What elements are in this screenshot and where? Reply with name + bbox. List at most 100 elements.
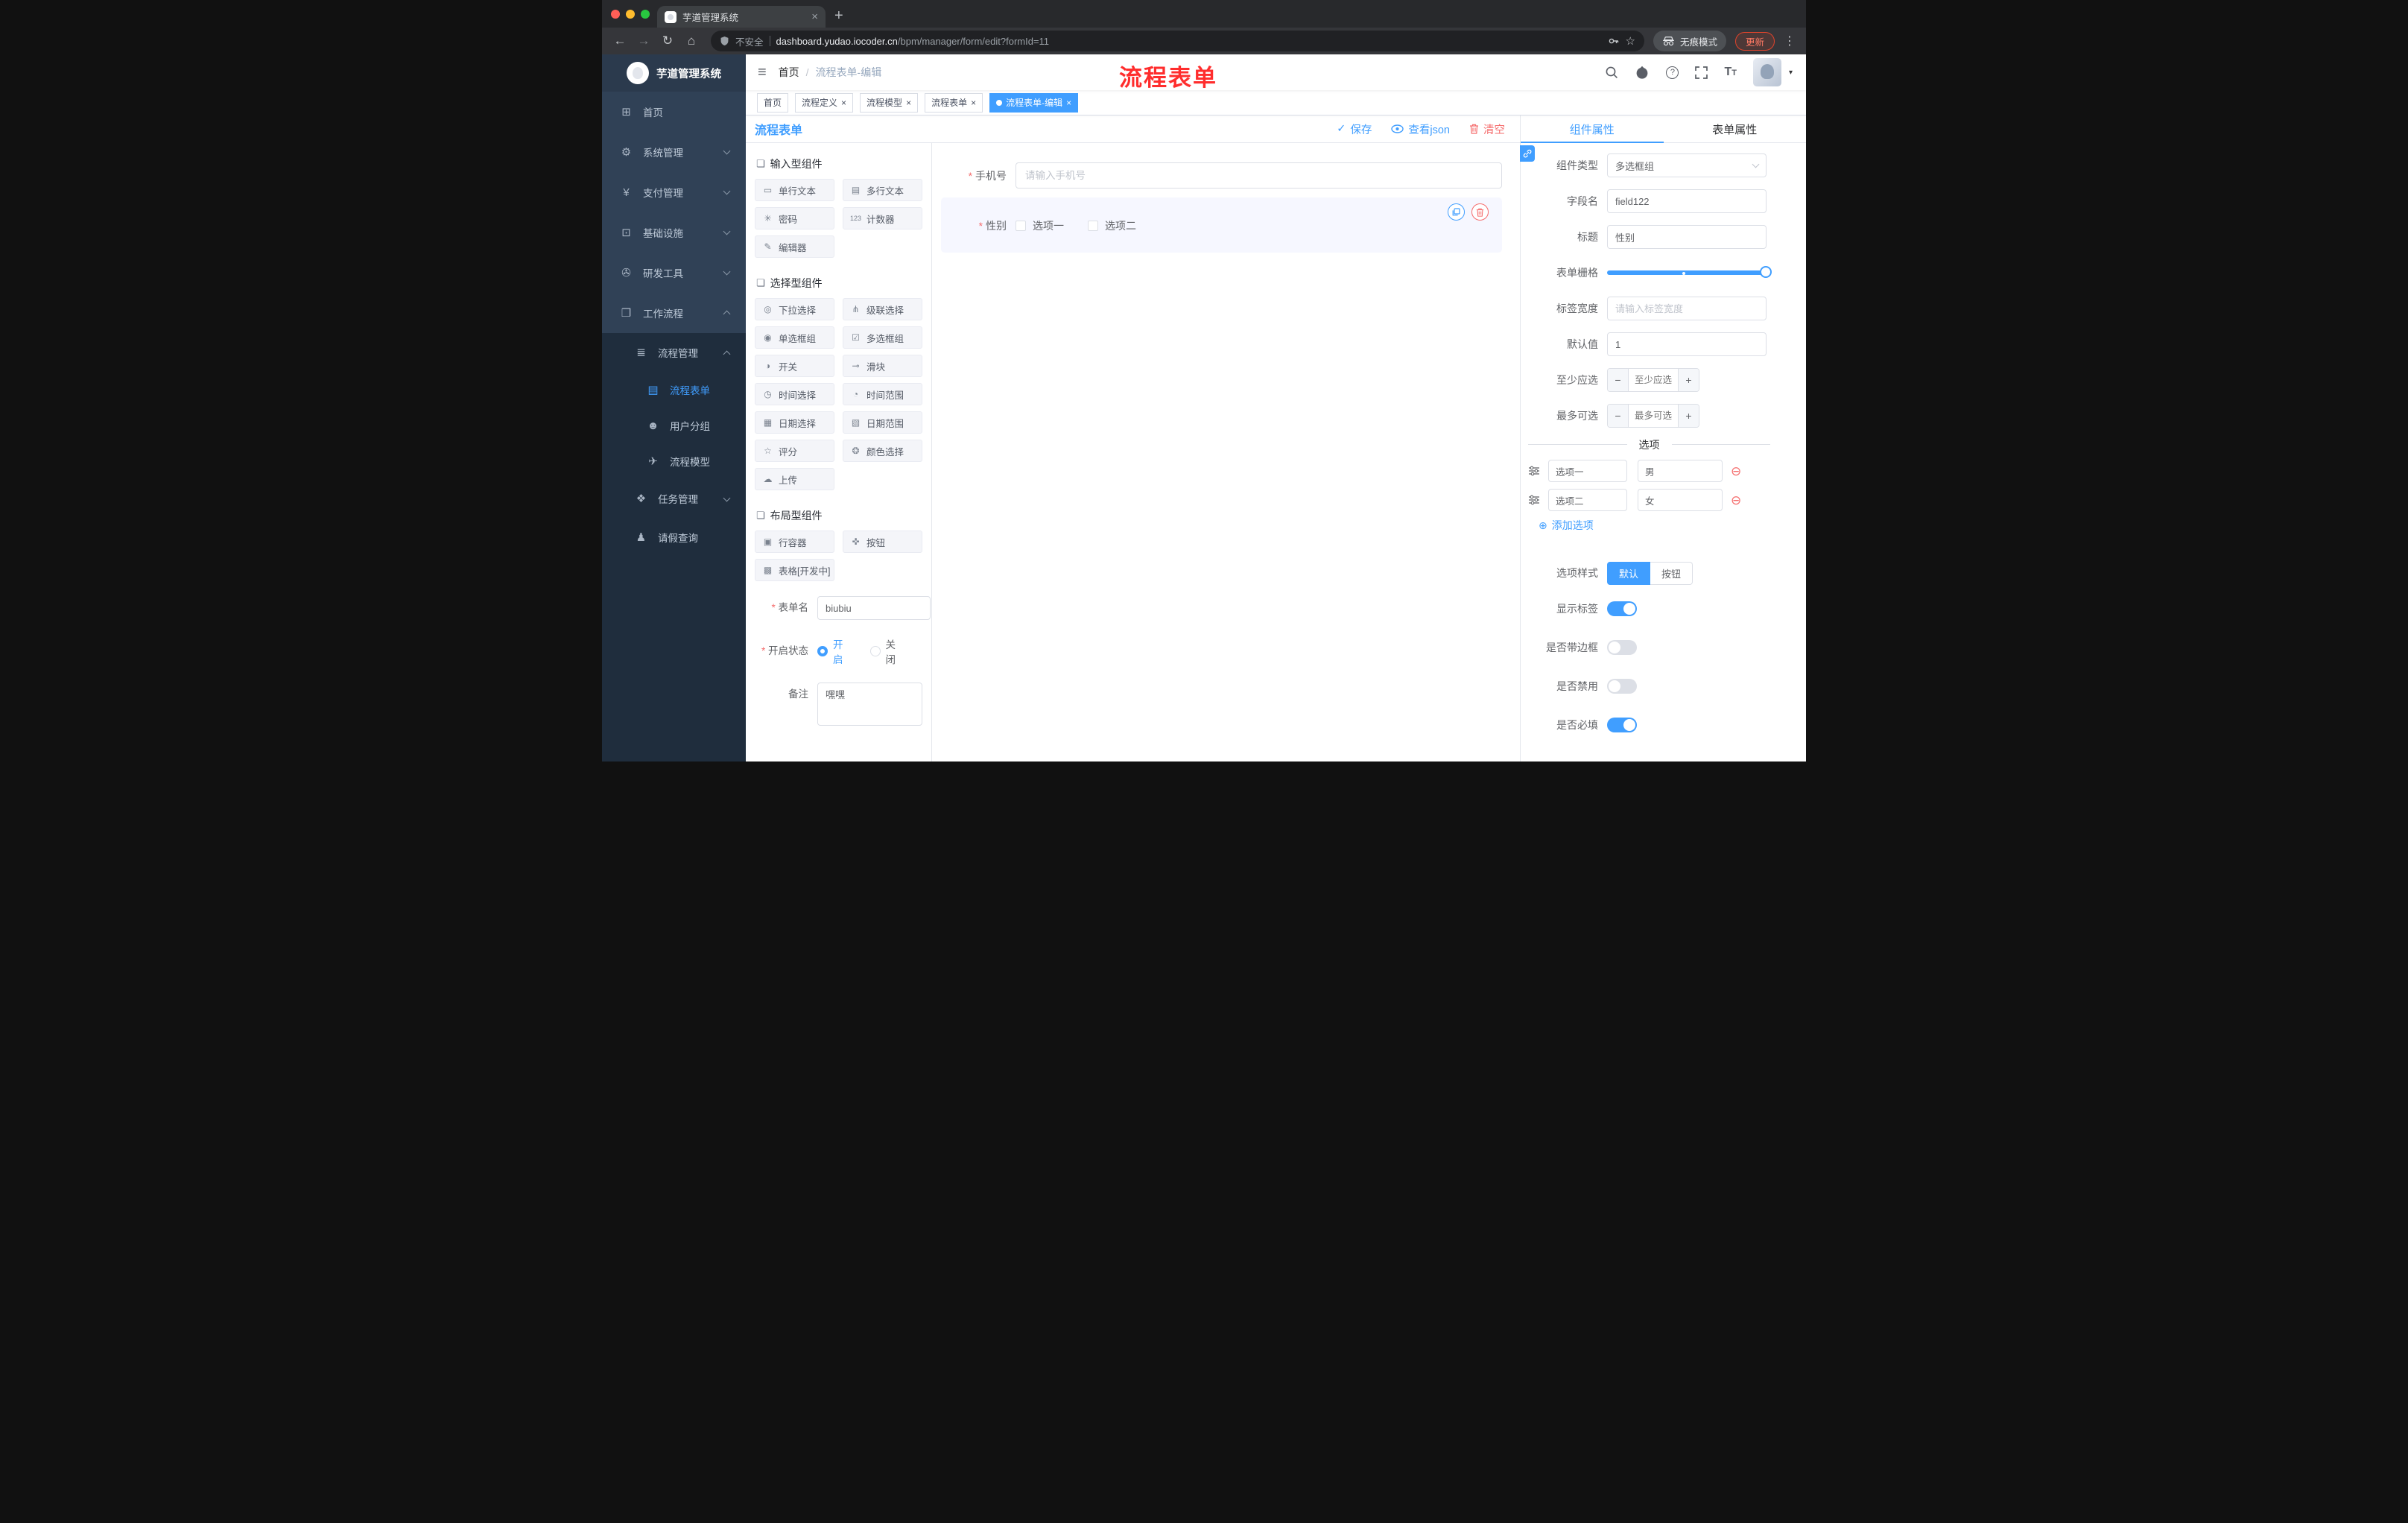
palette-item-time-range[interactable]: ◔ 时间范围 (843, 383, 922, 405)
palette-item-dropdown-select[interactable]: ◎ 下拉选择 (755, 298, 834, 320)
forward-icon[interactable]: → (633, 31, 654, 51)
min-select-input[interactable] (1629, 369, 1678, 391)
close-icon[interactable]: × (1066, 98, 1071, 107)
avatar-caret-icon[interactable]: ▾ (1789, 69, 1793, 77)
palette-item-password[interactable]: ✳ 密码 (755, 207, 834, 229)
tab-close-icon[interactable]: × (811, 11, 818, 22)
palette-item-time-picker[interactable]: ◷ 时间选择 (755, 383, 834, 405)
sidebar-item-dev-tools[interactable]: ✇ 研发工具 (602, 253, 746, 293)
palette-item-slider[interactable]: ⊸ 滑块 (843, 355, 922, 377)
sidebar-item-task-management[interactable]: ❖ 任务管理 (602, 479, 746, 518)
close-icon[interactable]: × (906, 98, 911, 107)
max-select-input[interactable] (1629, 405, 1678, 427)
tag-process-definition[interactable]: 流程定义 × (795, 92, 854, 113)
minimize-window-button[interactable] (626, 9, 635, 19)
update-button[interactable]: 更新 (1734, 31, 1775, 51)
palette-item-color-picker[interactable]: ❂ 颜色选择 (843, 440, 922, 462)
save-button[interactable]: ✓ 保存 (1337, 121, 1372, 137)
option-name-input[interactable] (1548, 460, 1627, 482)
decrease-button[interactable]: − (1608, 369, 1629, 391)
browser-menu-icon[interactable]: ⋮ (1781, 34, 1799, 48)
slider-track[interactable] (1607, 270, 1770, 275)
decrease-button[interactable]: − (1608, 405, 1629, 427)
slider-handle[interactable] (1760, 266, 1772, 278)
tab-form-props[interactable]: 表单属性 (1664, 115, 1807, 142)
address-bar[interactable]: 不安全 dashboard.yudao.iocoder.cn/bpm/manag… (711, 31, 1644, 51)
phone-input[interactable] (1016, 162, 1502, 189)
required-toggle[interactable] (1607, 718, 1637, 732)
sidebar-item-process-model[interactable]: ✈ 流程模型 (602, 443, 746, 479)
tag-process-model[interactable]: 流程模型 × (860, 92, 919, 113)
help-icon[interactable]: ? (1666, 66, 1679, 79)
palette-item-counter[interactable]: 123 计数器 (843, 207, 922, 229)
palette-item-cascader[interactable]: ⋔ 级联选择 (843, 298, 922, 320)
drag-handle-icon[interactable] (1528, 495, 1543, 505)
duplicate-component-button[interactable] (1448, 203, 1465, 221)
sidebar-item-home[interactable]: ⊞ 首页 (602, 92, 746, 132)
option-name-input[interactable] (1548, 489, 1627, 511)
user-avatar[interactable] (1752, 58, 1781, 86)
hamburger-icon[interactable]: ≡ (758, 64, 767, 81)
disabled-toggle[interactable] (1607, 679, 1637, 694)
palette-item-button[interactable]: ✜ 按钮 (843, 531, 922, 553)
increase-button[interactable]: + (1678, 369, 1699, 391)
component-type-select[interactable]: 多选框组 (1607, 153, 1767, 177)
show-label-toggle[interactable] (1607, 601, 1637, 616)
fullscreen-icon[interactable] (1695, 66, 1708, 79)
sidebar-item-process-form[interactable]: ▤ 流程表单 (602, 372, 746, 408)
label-width-input[interactable] (1607, 297, 1767, 320)
form-name-input[interactable] (817, 596, 931, 620)
remove-option-icon[interactable]: ⊖ (1731, 494, 1741, 507)
increase-button[interactable]: + (1678, 405, 1699, 427)
field-name-input[interactable] (1607, 189, 1767, 213)
sidebar-item-leave-query[interactable]: ♟ 请假查询 (602, 518, 746, 557)
sidebar-item-payment-management[interactable]: ¥ 支付管理 (602, 172, 746, 212)
bookmark-star-icon[interactable]: ☆ (1626, 34, 1635, 48)
form-grid-slider[interactable] (1607, 261, 1772, 285)
palette-item-table-dev[interactable]: ▩ 表格[开发中] (755, 559, 834, 581)
palette-item-date-range[interactable]: ▧ 日期范围 (843, 411, 922, 434)
remark-textarea[interactable]: 嘿嘿 (817, 683, 922, 726)
gender-option-2[interactable]: 选项二 (1088, 218, 1136, 233)
reload-icon[interactable]: ↻ (657, 31, 678, 51)
status-radio-on[interactable]: 开启 (817, 636, 851, 666)
palette-item-switch[interactable]: ◑ 开关 (755, 355, 834, 377)
home-icon[interactable]: ⌂ (681, 31, 702, 51)
checkbox-icon[interactable] (1088, 221, 1098, 231)
sidebar-item-infrastructure[interactable]: ⊡ 基础设施 (602, 212, 746, 253)
zoom-window-button[interactable] (641, 9, 650, 19)
status-radio-off[interactable]: 关闭 (869, 636, 904, 666)
close-window-button[interactable] (611, 9, 620, 19)
view-json-button[interactable]: 查看json (1391, 121, 1450, 137)
palette-item-checkbox-group[interactable]: ☑ 多选框组 (843, 326, 922, 349)
field-link-icon[interactable] (1520, 145, 1535, 162)
add-option-button[interactable]: ⊕ 添加选项 (1539, 518, 1770, 533)
palette-item-rate[interactable]: ☆ 评分 (755, 440, 834, 462)
style-button-button[interactable]: 按钮 (1650, 561, 1693, 585)
search-icon[interactable] (1605, 66, 1618, 79)
tab-component-props[interactable]: 组件属性 (1521, 115, 1664, 143)
clear-button[interactable]: 清空 (1469, 121, 1505, 137)
selected-component-gender[interactable]: 性别 选项一 选项二 (941, 197, 1502, 253)
delete-component-button[interactable] (1471, 203, 1489, 221)
breadcrumb-home[interactable]: 首页 (779, 65, 799, 80)
palette-item-date-picker[interactable]: ▦ 日期选择 (755, 411, 834, 434)
style-default-button[interactable]: 默认 (1607, 561, 1651, 585)
with-border-toggle[interactable] (1607, 640, 1637, 655)
form-canvas[interactable]: 手机号 (932, 143, 1520, 762)
github-icon[interactable] (1635, 66, 1650, 80)
palette-item-radio-group[interactable]: ◉ 单选框组 (755, 326, 834, 349)
password-key-icon[interactable] (1608, 35, 1620, 47)
sidebar-item-workflow[interactable]: ❒ 工作流程 (602, 293, 746, 333)
back-icon[interactable]: ← (609, 31, 630, 51)
option-value-input[interactable] (1638, 489, 1723, 511)
close-icon[interactable]: × (841, 98, 846, 107)
title-input[interactable] (1607, 225, 1767, 249)
new-tab-button[interactable]: + (834, 8, 843, 23)
palette-item-editor[interactable]: ✎ 编辑器 (755, 235, 834, 258)
palette-item-row-container[interactable]: ▣ 行容器 (755, 531, 834, 553)
remove-option-icon[interactable]: ⊖ (1731, 465, 1741, 478)
checkbox-icon[interactable] (1016, 221, 1026, 231)
palette-item-upload[interactable]: ☁ 上传 (755, 468, 834, 490)
palette-item-single-line-text[interactable]: ▭ 单行文本 (755, 179, 834, 201)
